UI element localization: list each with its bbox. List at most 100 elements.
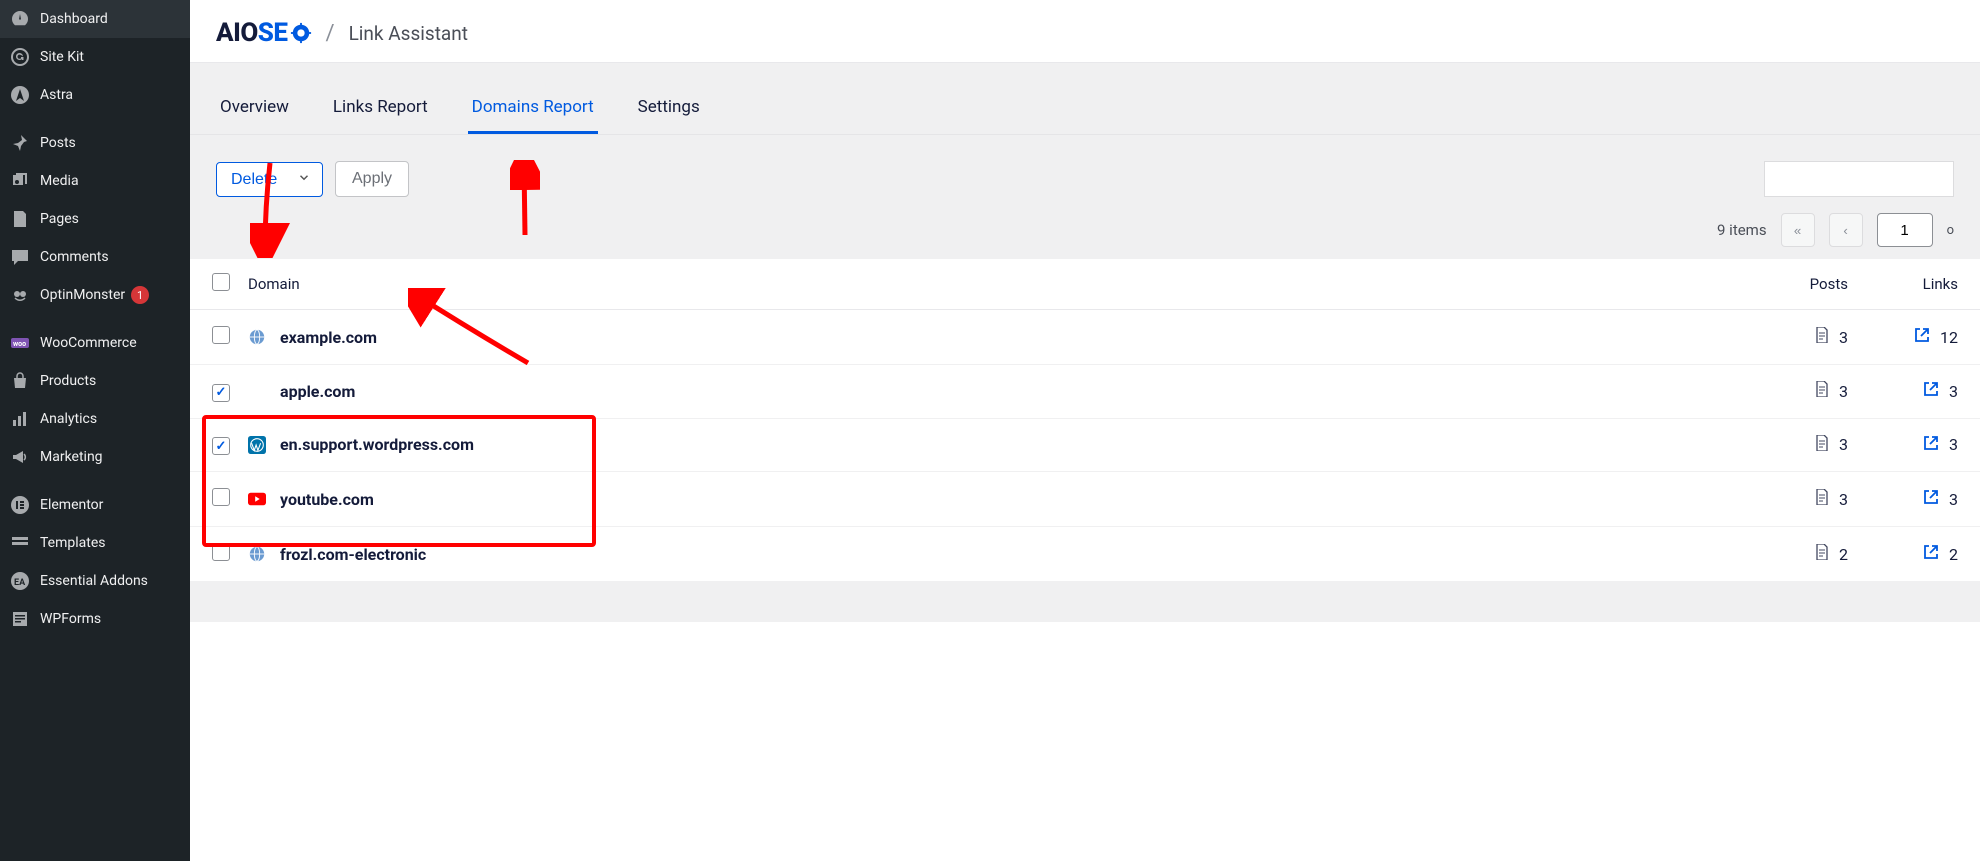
domain-name: en.support.wordpress.com [280, 435, 474, 454]
sidebar-item-label: OptinMonster [40, 287, 125, 303]
select-all-checkbox[interactable] [212, 273, 230, 291]
sidebar-item-marketing[interactable]: Marketing [0, 438, 190, 476]
search-input[interactable] [1764, 161, 1954, 197]
notification-badge: 1 [131, 286, 149, 304]
dashboard-icon [10, 9, 30, 29]
sidebar-item-site-kit[interactable]: Site Kit [0, 38, 190, 76]
aioseo-logo: AIOSE [216, 18, 312, 48]
links-count: 12 [1940, 328, 1958, 347]
links-count: 3 [1949, 382, 1958, 401]
sidebar-item-label: WooCommerce [40, 335, 137, 351]
sidebar-item-label: Templates [40, 535, 106, 551]
row-checkbox[interactable] [212, 384, 230, 402]
tab-domains-report[interactable]: Domains Report [468, 63, 598, 134]
sidebar-item-media[interactable]: Media [0, 162, 190, 200]
sidebar-item-dashboard[interactable]: Dashboard [0, 0, 190, 38]
sidebar-item-templates[interactable]: Templates [0, 524, 190, 562]
tabs-nav: Overview Links Report Domains Report Settin… [190, 63, 1980, 135]
sidebar-item-optinmonster[interactable]: OptinMonster 1 [0, 276, 190, 314]
ea-icon: EA [10, 571, 30, 591]
document-icon [1815, 327, 1829, 347]
sidebar-item-essential-addons[interactable]: EA Essential Addons [0, 562, 190, 600]
column-header-posts[interactable]: Posts [1778, 275, 1878, 293]
sidebar-item-label: Site Kit [40, 49, 84, 65]
products-icon [10, 371, 30, 391]
row-checkbox[interactable] [212, 543, 230, 561]
table-toolbar: Delete Apply [190, 135, 1980, 213]
page-of-label: o [1947, 223, 1954, 238]
domain-name: frozl.com-electronic [280, 545, 426, 564]
links-count: 3 [1949, 435, 1958, 454]
pages-icon [10, 209, 30, 229]
breadcrumb-separator: / [326, 21, 335, 46]
external-link-icon [1923, 544, 1939, 564]
column-header-domain[interactable]: Domain [248, 275, 1778, 293]
sidebar-item-label: Marketing [40, 449, 103, 465]
posts-count: 3 [1839, 382, 1848, 401]
favicon-icon [248, 545, 266, 563]
elementor-icon [10, 495, 30, 515]
external-link-icon [1923, 381, 1939, 401]
sidebar-item-label: Elementor [40, 497, 103, 513]
sidebar-item-label: WPForms [40, 611, 101, 627]
sidebar-item-wpforms[interactable]: WPForms [0, 600, 190, 638]
external-link-icon [1923, 489, 1939, 509]
document-icon [1815, 381, 1829, 401]
table-row[interactable]: en.support.wordpress.com33 [190, 419, 1980, 473]
wp-admin-sidebar: Dashboard Site Kit Astra Posts Media PagesCom… [0, 0, 190, 861]
sidebar-item-products[interactable]: Products [0, 362, 190, 400]
sidebar-item-astra[interactable]: Astra [0, 76, 190, 114]
sidebar-item-woocommerce[interactable]: woo WooCommerce [0, 324, 190, 362]
content-area: Overview Links Report Domains Report Settin… [190, 63, 1980, 622]
sidebar-item-label: Dashboard [40, 11, 108, 27]
sidebar-item-label: Products [40, 373, 96, 389]
tab-links-report[interactable]: Links Report [329, 63, 432, 134]
sidebar-item-elementor[interactable]: Elementor [0, 486, 190, 524]
sitekit-icon [10, 47, 30, 67]
sidebar-item-pages[interactable]: Pages [0, 200, 190, 238]
astra-icon [10, 85, 30, 105]
sidebar-item-label: Essential Addons [40, 573, 148, 589]
bulk-action-select[interactable]: Delete [216, 162, 323, 197]
media-icon [10, 171, 30, 191]
sidebar-item-posts[interactable]: Posts [0, 124, 190, 162]
gear-icon [290, 22, 312, 44]
svg-text:EA: EA [14, 578, 26, 588]
external-link-icon [1914, 327, 1930, 347]
tab-overview[interactable]: Overview [216, 63, 293, 134]
table-row[interactable]: youtube.com33 [190, 472, 1980, 527]
row-checkbox[interactable] [212, 326, 230, 344]
first-page-button[interactable]: « [1781, 213, 1815, 247]
posts-count: 3 [1839, 328, 1848, 347]
woo-icon: woo [10, 333, 30, 353]
row-checkbox[interactable] [212, 488, 230, 506]
document-icon [1815, 435, 1829, 455]
apply-button[interactable]: Apply [335, 161, 409, 197]
table-row[interactable]: frozl.com-electronic22 [190, 527, 1980, 582]
tab-settings[interactable]: Settings [634, 63, 704, 134]
templates-icon [10, 533, 30, 553]
column-header-links[interactable]: Links [1878, 275, 1958, 293]
page-title: Link Assistant [349, 22, 468, 45]
main-content: AIOSE / Link Assistant Overview Links Rep… [190, 0, 1980, 861]
comments-icon [10, 247, 30, 267]
marketing-icon [10, 447, 30, 467]
domain-name: youtube.com [280, 490, 374, 509]
table-row[interactable]: apple.com33 [190, 365, 1980, 419]
analytics-icon [10, 409, 30, 429]
sidebar-item-comments[interactable]: Comments [0, 238, 190, 276]
table-row[interactable]: example.com 3 12 [190, 310, 1980, 365]
sidebar-item-label: Media [40, 173, 79, 189]
page-number-input[interactable] [1877, 213, 1933, 247]
page-header: AIOSE / Link Assistant [190, 0, 1980, 63]
links-count: 2 [1949, 545, 1958, 564]
row-checkbox[interactable] [212, 437, 230, 455]
domains-table: Domain Posts Links example.com312apple.c… [190, 259, 1980, 582]
prev-page-button[interactable]: ‹ [1829, 213, 1863, 247]
pin-icon [10, 133, 30, 153]
domain-name: example.com [280, 328, 377, 347]
sidebar-item-label: Astra [40, 87, 73, 103]
favicon-icon [248, 436, 266, 454]
sidebar-item-analytics[interactable]: Analytics [0, 400, 190, 438]
links-count: 3 [1949, 490, 1958, 509]
